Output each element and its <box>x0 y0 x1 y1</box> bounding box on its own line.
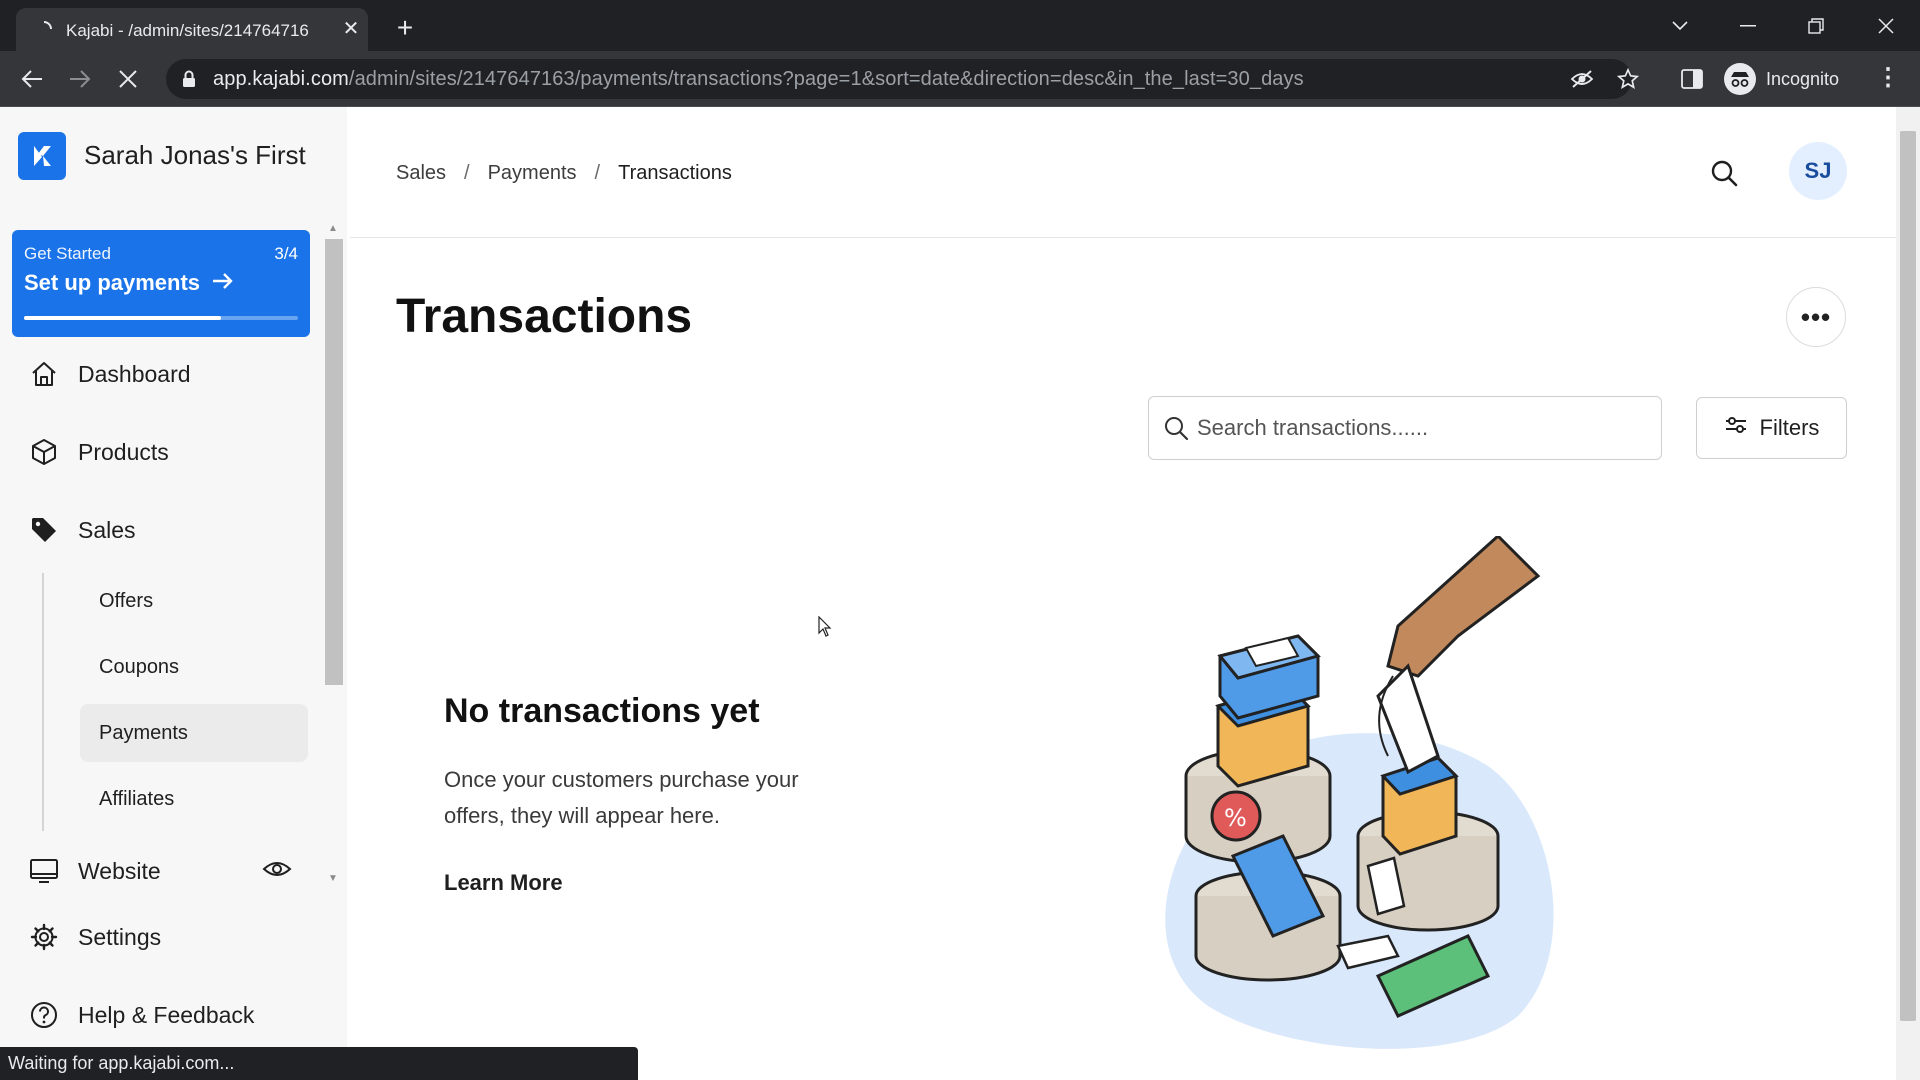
monitor-icon <box>28 855 60 887</box>
loading-spinner-icon <box>36 21 52 37</box>
sidebar-item-sales[interactable]: Sales <box>28 510 136 550</box>
browser-tab[interactable]: Kajabi - /admin/sites/214764716 ✕ <box>16 8 368 51</box>
scroll-down-arrow-icon[interactable]: ▼ <box>327 874 339 884</box>
side-panel-icon[interactable] <box>1674 61 1710 97</box>
search-icon <box>1163 415 1189 446</box>
box-icon <box>28 436 60 468</box>
browser-toolbar: app.kajabi.com/admin/sites/2147647163/pa… <box>0 51 1920 107</box>
breadcrumb-payments[interactable]: Payments <box>488 162 577 185</box>
sidebar-item-label: Website <box>78 857 161 884</box>
page-scrollbar[interactable] <box>1896 107 1920 1080</box>
kajabi-logo-icon[interactable] <box>18 132 66 180</box>
tab-search-chevron-icon[interactable] <box>1660 8 1700 44</box>
sidebar-subitem-coupons[interactable]: Coupons <box>80 638 308 696</box>
get-started-title: Set up payments <box>24 270 234 296</box>
profile-label: Incognito <box>1766 68 1840 89</box>
browser-menu-icon[interactable]: ⋮ <box>1874 61 1902 97</box>
get-started-progress <box>24 316 298 320</box>
sidebar-item-dashboard[interactable]: Dashboard <box>28 354 191 394</box>
sidebar-item-label: Help & Feedback <box>78 1001 255 1028</box>
browser-tabstrip: Kajabi - /admin/sites/214764716 ✕ + <box>0 0 1920 51</box>
arrow-right-icon <box>212 270 234 296</box>
tab-title: Kajabi - /admin/sites/214764716 <box>66 21 309 40</box>
sidebar-subitem-offers[interactable]: Offers <box>80 572 308 630</box>
get-started-count: 3/4 <box>274 244 298 263</box>
tab-close-icon[interactable]: ✕ <box>338 16 364 42</box>
tag-icon <box>28 514 60 546</box>
page-scroll-thumb[interactable] <box>1900 131 1916 1021</box>
mouse-cursor-icon <box>818 615 832 643</box>
lock-icon <box>182 70 196 93</box>
sidebar-subitem-payments[interactable]: Payments <box>80 704 308 762</box>
home-icon <box>28 358 60 390</box>
restore-button[interactable] <box>1796 8 1836 44</box>
back-arrow-icon[interactable] <box>14 61 50 97</box>
empty-state-title: No transactions yet <box>444 692 760 730</box>
breadcrumb-separator: / <box>464 162 470 184</box>
get-started-label: Get Started <box>24 244 111 263</box>
scroll-up-arrow-icon[interactable]: ▲ <box>327 224 339 234</box>
breadcrumb: Sales / Payments / Transactions <box>396 162 732 185</box>
sidebar-subitem-affiliates[interactable]: Affiliates <box>80 770 308 828</box>
incognito-profile-button[interactable]: Incognito <box>1718 59 1850 99</box>
more-options-button[interactable]: ••• <box>1786 287 1846 347</box>
url-text: app.kajabi.com/admin/sites/2147647163/pa… <box>213 68 1304 90</box>
avatar[interactable]: SJ <box>1789 142 1847 200</box>
empty-state-illustration: % <box>1138 533 1578 1050</box>
breadcrumb-separator: / <box>594 162 601 184</box>
empty-state-description: Once your customers purchase your offers… <box>444 767 799 828</box>
ellipsis-icon: ••• <box>1800 301 1832 332</box>
sidebar-item-label: Dashboard <box>78 360 191 387</box>
page-title: Transactions <box>396 290 693 343</box>
address-bar[interactable]: app.kajabi.com/admin/sites/2147647163/pa… <box>166 59 1639 99</box>
question-circle-icon <box>28 999 60 1031</box>
page-header: Sales / Payments / Transactions SJ <box>350 107 1896 238</box>
sidebar-item-website[interactable]: Website <box>28 851 161 891</box>
bookmark-star-icon[interactable] <box>1616 67 1640 91</box>
sidebar-scroll-thumb[interactable] <box>325 239 343 685</box>
sidebar-item-products[interactable]: Products <box>28 432 169 472</box>
search-transactions-field[interactable] <box>1148 396 1662 460</box>
svg-text:%: % <box>1224 804 1247 832</box>
sidebar-item-help[interactable]: Help & Feedback <box>28 995 254 1035</box>
sliders-icon <box>1724 415 1748 441</box>
progress-fill <box>24 316 222 320</box>
gear-icon <box>28 921 60 953</box>
learn-more-link[interactable]: Learn More <box>444 870 563 896</box>
close-window-button[interactable] <box>1866 8 1906 44</box>
search-icon[interactable] <box>1710 159 1738 192</box>
breadcrumb-transactions: Transactions <box>618 162 732 184</box>
forward-arrow-icon[interactable] <box>62 61 98 97</box>
eye-slash-icon[interactable] <box>1570 67 1594 91</box>
sidebar-item-label: Sales <box>78 516 136 543</box>
search-input[interactable] <box>1197 397 1647 459</box>
minimize-button[interactable] <box>1728 8 1768 44</box>
sidebar-item-label: Settings <box>78 923 162 950</box>
sidebar-item-settings[interactable]: Settings <box>28 917 161 957</box>
sidebar: Sarah Jonas's First Get Started 3/4 Set … <box>0 107 347 1080</box>
filters-button[interactable]: Filters <box>1696 397 1847 459</box>
sidebar-scrollbar[interactable]: ▲ ▼ <box>323 224 343 884</box>
site-name[interactable]: Sarah Jonas's First <box>84 140 306 171</box>
get-started-card[interactable]: Get Started 3/4 Set up payments <box>12 230 310 337</box>
filters-label: Filters <box>1759 415 1820 440</box>
submenu-divider <box>42 573 44 831</box>
sidebar-item-label: Products <box>78 438 169 465</box>
stop-loading-icon[interactable] <box>110 61 146 97</box>
browser-status-text: Waiting for app.kajabi.com... <box>0 1047 638 1080</box>
breadcrumb-sales[interactable]: Sales <box>396 162 446 185</box>
new-tab-button[interactable]: + <box>388 12 422 46</box>
incognito-icon <box>1724 63 1756 95</box>
eye-icon[interactable] <box>262 859 292 884</box>
